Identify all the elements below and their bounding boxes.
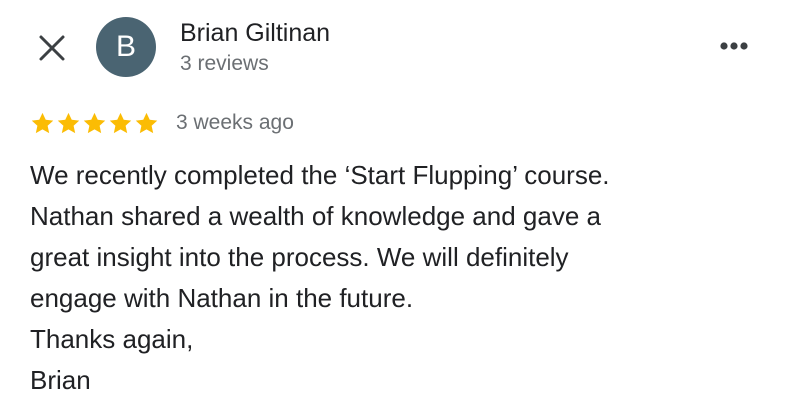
star-icon: [134, 111, 159, 136]
review-text-line: engage with Nathan in the future.: [30, 283, 414, 313]
star-icon: [108, 111, 133, 136]
review-time: 3 weeks ago: [176, 111, 294, 134]
close-icon: [39, 35, 65, 61]
review-text-line: Brian: [30, 365, 91, 395]
review-text-line: Thanks again,: [30, 324, 194, 354]
star-icon: [56, 111, 81, 136]
rating-row: 3 weeks ago: [30, 108, 294, 138]
review-text-line: Nathan shared a wealth of knowledge and …: [30, 201, 601, 231]
more-options-button[interactable]: [714, 32, 754, 60]
reviewer-review-count: 3 reviews: [180, 52, 269, 75]
avatar-initial: B: [115, 30, 136, 63]
avatar[interactable]: B: [96, 17, 156, 77]
star-rating: [30, 111, 160, 136]
more-options-icon: [720, 42, 748, 50]
star-icon: [30, 111, 55, 136]
review-text: We recently completed the ‘Start Fluppin…: [30, 155, 760, 401]
reviewer-name[interactable]: Brian Giltinan: [180, 18, 330, 48]
review-text-line: great insight into the process. We will …: [30, 242, 569, 272]
close-button[interactable]: [36, 32, 68, 64]
review-text-line: We recently completed the ‘Start Fluppin…: [30, 160, 610, 190]
star-icon: [82, 111, 107, 136]
